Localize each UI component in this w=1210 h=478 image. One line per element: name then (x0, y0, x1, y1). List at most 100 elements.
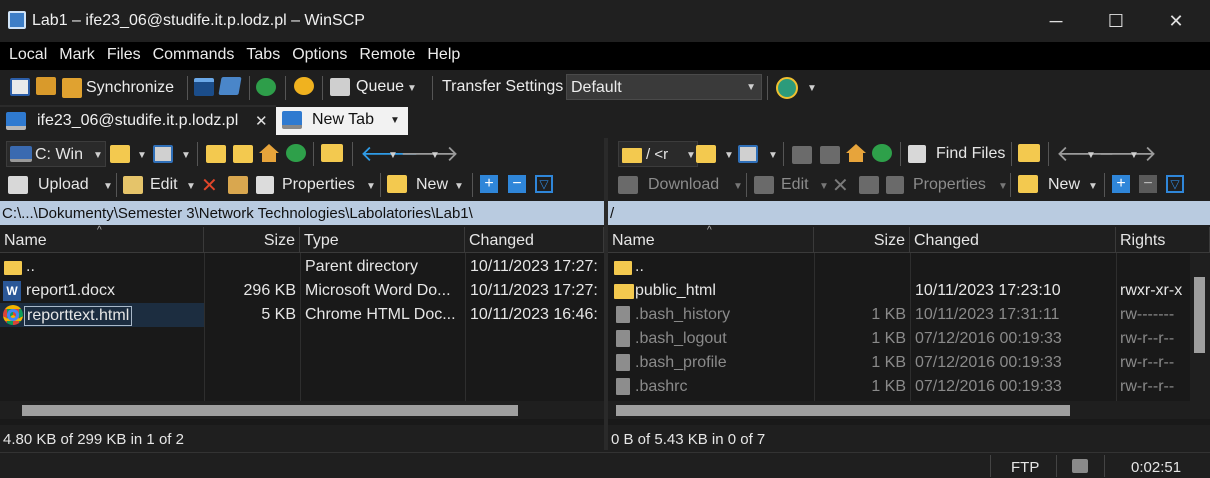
right-scroll-thumb[interactable] (616, 405, 1070, 416)
right-filter-dropdown-icon[interactable]: ▼ (768, 150, 778, 161)
right-properties-button[interactable]: Properties (913, 176, 986, 194)
right-file-list[interactable]: Name ^ Size Changed Rights .. public_htm… (608, 225, 1210, 425)
right-vertical-scrollbar[interactable] (1190, 253, 1210, 401)
right-properties-dropdown-icon[interactable]: ▼ (998, 181, 1008, 192)
right-select-filter-icon[interactable]: ▽ (1166, 175, 1184, 193)
parent-directory-icon[interactable] (206, 145, 226, 163)
right-new-button[interactable]: New (1048, 176, 1080, 194)
left-filter-icon[interactable] (153, 145, 173, 163)
home-directory-icon[interactable] (259, 144, 279, 162)
table-row[interactable]: .bash_logout 1 KB 07/12/2016 00:19:33 rw… (608, 327, 1190, 351)
left-header-name[interactable]: Name (0, 227, 204, 253)
synchronize-button[interactable]: Synchronize (86, 79, 174, 96)
right-drive-selector[interactable]: / <r ▼ (618, 141, 698, 167)
right-new-dropdown-icon[interactable]: ▼ (1088, 181, 1098, 192)
refresh-icon[interactable] (256, 78, 276, 96)
delete-x-icon[interactable]: ✕ (201, 173, 218, 198)
right-forward-arrow-icon[interactable]: 🡒 (1098, 141, 1157, 167)
menu-tabs[interactable]: Tabs (243, 42, 283, 64)
left-path-bar[interactable]: C:\...\Dokumenty\Semester 3\Network Tech… (0, 201, 604, 225)
putty-icon[interactable] (218, 77, 242, 95)
right-header-size[interactable]: Size (814, 227, 910, 253)
menu-mark[interactable]: Mark (56, 42, 98, 64)
unselect-minus-icon[interactable]: − (508, 175, 526, 193)
sync-browsing-icon[interactable] (62, 78, 82, 98)
left-header-changed[interactable]: Changed (465, 227, 604, 253)
right-edit-dropdown-icon[interactable]: ▼ (819, 181, 829, 192)
console-icon[interactable] (194, 78, 214, 96)
left-file-list[interactable]: Name ^ Size Type Changed .. Parent direc… (0, 225, 604, 425)
right-open-folder-icon[interactable] (696, 145, 716, 163)
compare-directories-icon[interactable] (10, 78, 30, 96)
table-row[interactable]: W report1.docx 296 KB Microsoft Word Do.… (0, 279, 604, 303)
transfer-settings-select[interactable]: Default ▼ (566, 74, 762, 100)
new-dropdown-icon[interactable]: ▼ (454, 181, 464, 192)
edit-dropdown-icon[interactable]: ▼ (186, 181, 196, 192)
table-row[interactable]: reporttext.html 5 KB Chrome HTML Doc... … (0, 303, 604, 327)
download-dropdown-icon[interactable]: ▼ (733, 181, 743, 192)
right-forward-dropdown-icon[interactable]: ▼ (1129, 150, 1139, 161)
menu-remote[interactable]: Remote (356, 42, 418, 64)
right-root-directory-icon[interactable] (820, 146, 840, 164)
menu-commands[interactable]: Commands (150, 42, 238, 64)
menu-options[interactable]: Options (289, 42, 350, 64)
left-horizontal-scrollbar[interactable] (0, 401, 604, 419)
table-row[interactable]: .bashrc 1 KB 07/12/2016 00:19:33 rw-r--r… (608, 375, 1190, 399)
left-tree-icon[interactable] (321, 144, 343, 162)
left-open-dropdown-icon[interactable]: ▼ (137, 150, 147, 161)
left-scroll-thumb[interactable] (22, 405, 518, 416)
upload-button[interactable]: Upload (38, 176, 89, 194)
queue-button[interactable]: Queue ▼ (330, 78, 417, 96)
queue-dropdown-icon[interactable]: ▼ (407, 83, 417, 94)
lock-icon[interactable] (1072, 459, 1088, 473)
right-unselect-minus-icon[interactable]: − (1139, 175, 1157, 193)
right-parent-directory-icon[interactable] (792, 146, 812, 164)
table-row[interactable]: .. (608, 255, 1190, 279)
preferences-gear-icon[interactable] (294, 77, 314, 95)
new-tab-dropdown-icon[interactable]: ▼ (390, 115, 400, 126)
select-filter-icon[interactable]: ▽ (535, 175, 553, 193)
properties-dropdown-icon[interactable]: ▼ (366, 181, 376, 192)
right-rename-icon[interactable] (859, 176, 879, 194)
rename-icon[interactable] (228, 176, 248, 194)
tab-session[interactable]: ife23_06@studife.it.p.lodz.pl ✕ (0, 105, 276, 135)
tab-close-icon[interactable]: ✕ (255, 112, 268, 130)
menu-files[interactable]: Files (104, 42, 144, 64)
root-directory-icon[interactable] (233, 145, 253, 163)
left-back-dropdown-icon[interactable]: ▼ (388, 150, 398, 161)
right-header-rights[interactable]: Rights (1116, 227, 1210, 253)
right-vscroll-thumb[interactable] (1194, 277, 1205, 353)
close-window-button[interactable]: ✕ (1154, 0, 1198, 42)
upload-dropdown-icon[interactable]: ▼ (103, 181, 113, 192)
table-row[interactable]: .bash_history 1 KB 10/11/2023 17:31:11 r… (608, 303, 1190, 327)
right-edit-button[interactable]: Edit (781, 176, 809, 194)
left-header-type[interactable]: Type (300, 227, 465, 253)
maximize-button[interactable]: ☐ (1094, 0, 1138, 42)
synchronize-icon[interactable] (36, 77, 56, 95)
left-drive-selector[interactable]: C: Win ▼ (6, 141, 106, 167)
automatic-color-icon[interactable] (776, 77, 798, 99)
table-row[interactable]: public_html 10/11/2023 17:23:10 rwxr-xr-… (608, 279, 1190, 303)
menu-help[interactable]: Help (424, 42, 463, 64)
download-button[interactable]: Download (648, 176, 719, 194)
left-forward-dropdown-icon[interactable]: ▼ (430, 150, 440, 161)
right-back-dropdown-icon[interactable]: ▼ (1086, 150, 1096, 161)
left-header-size[interactable]: Size (204, 227, 300, 253)
left-filter-dropdown-icon[interactable]: ▼ (181, 150, 191, 161)
new-button[interactable]: New (416, 176, 448, 194)
automatic-color-dropdown-icon[interactable]: ▼ (807, 83, 817, 94)
menu-local[interactable]: Local (6, 42, 50, 64)
edit-button[interactable]: Edit (150, 176, 178, 194)
right-delete-x-icon[interactable]: ✕ (832, 173, 849, 198)
properties-button[interactable]: Properties (282, 176, 355, 194)
right-path-bar[interactable]: / (608, 201, 1210, 225)
right-open-dropdown-icon[interactable]: ▼ (724, 150, 734, 161)
table-row[interactable]: .. Parent directory 10/11/2023 17:27: (0, 255, 604, 279)
right-select-plus-icon[interactable]: + (1112, 175, 1130, 193)
minimize-button[interactable]: ─ (1034, 0, 1078, 42)
right-header-changed[interactable]: Changed (910, 227, 1116, 253)
right-filter-icon[interactable] (738, 145, 758, 163)
right-horizontal-scrollbar[interactable] (608, 401, 1210, 419)
right-tree-icon[interactable] (1018, 144, 1040, 162)
find-files-button[interactable]: Find Files (936, 145, 1005, 163)
